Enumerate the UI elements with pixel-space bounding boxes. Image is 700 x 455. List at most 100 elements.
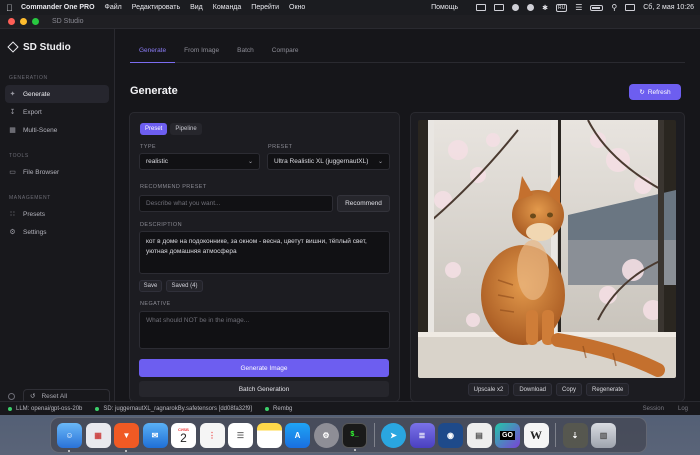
- menu-window[interactable]: Окно: [289, 4, 305, 11]
- display-icon[interactable]: [476, 4, 487, 11]
- status-llm: LLM: openai/gpt-oss-20b: [8, 406, 82, 412]
- spreadsheet-icon[interactable]: ▤: [466, 422, 492, 448]
- mode-pipeline-button[interactable]: Pipeline: [170, 123, 202, 135]
- database-icon[interactable]: ≣: [409, 422, 435, 448]
- wifi-icon[interactable]: ☰: [575, 3, 582, 12]
- saved-descriptions-button[interactable]: Saved (4): [166, 280, 203, 292]
- battery-icon[interactable]: [590, 4, 604, 11]
- log-link[interactable]: Log: [678, 406, 688, 412]
- status-rembg-text: Rembg: [273, 405, 293, 412]
- download-button[interactable]: Download: [513, 383, 552, 396]
- theme-toggle-icon[interactable]: [8, 392, 15, 400]
- brave-browser-icon[interactable]: ▼: [114, 422, 139, 452]
- type-select[interactable]: realistic ⌄: [139, 153, 260, 170]
- type-select-value: realistic: [146, 158, 169, 165]
- recommend-button[interactable]: Recommend: [337, 195, 390, 212]
- brand-name: SD Studio: [23, 41, 71, 53]
- preset-select[interactable]: Ultra Realistic XL (juggernautXL) ⌄: [267, 153, 390, 170]
- generated-image[interactable]: [418, 120, 676, 378]
- tab-generate[interactable]: Generate: [130, 44, 176, 63]
- sidebar-item-file-browser[interactable]: ▭ File Browser: [5, 163, 109, 181]
- search-icon[interactable]: ⚲: [611, 3, 617, 12]
- recommend-label: RECOMMEND PRESET: [140, 184, 207, 190]
- negative-textarea[interactable]: What should NOT be in the image...: [139, 311, 390, 349]
- control-center-icon[interactable]: [625, 4, 636, 11]
- lists-icon[interactable]: ☰: [228, 422, 253, 448]
- refresh-label: Refresh: [647, 88, 671, 96]
- sidebar-item-presets[interactable]: ∷ Presets: [5, 205, 109, 223]
- reminders-icon[interactable]: ⋮: [199, 422, 225, 448]
- description-textarea[interactable]: кот в доме на подоконнике, за окном - ве…: [139, 231, 390, 274]
- section-tools: TOOLS: [9, 153, 29, 159]
- regenerate-button[interactable]: Regenerate: [586, 383, 630, 396]
- type-label: TYPE: [140, 144, 156, 150]
- sidebar-item-generate[interactable]: ✦ Generate: [5, 85, 109, 103]
- mode-preset-button[interactable]: Preset: [140, 123, 168, 135]
- session-link[interactable]: Session: [643, 406, 664, 412]
- copy-button[interactable]: Copy: [556, 383, 583, 396]
- app-window: SD Studio SD Studio GENERATION ✦ Generat…: [0, 15, 700, 415]
- batch-generation-button[interactable]: Batch Generation: [139, 381, 389, 397]
- folder-icon: ▭: [9, 168, 16, 176]
- title-bar: SD Studio: [0, 15, 700, 29]
- sidebar-item-export[interactable]: ↧ Export: [5, 103, 109, 121]
- cat-on-windowsill-image: [418, 120, 676, 378]
- menu-go[interactable]: Перейти: [251, 4, 279, 11]
- close-window-button[interactable]: [8, 18, 15, 25]
- sidebar-item-label: File Browser: [23, 168, 60, 176]
- tab-bar: Generate From Image Batch Compare: [130, 44, 685, 63]
- minimize-window-button[interactable]: [20, 18, 27, 25]
- status-ok-icon: [265, 406, 270, 411]
- sidebar-item-label: Generate: [23, 90, 51, 98]
- notes-icon[interactable]: [256, 422, 282, 448]
- menu-help[interactable]: Помощь: [431, 4, 458, 11]
- upscale-button[interactable]: Upscale x2: [467, 383, 510, 396]
- creative-cloud-icon[interactable]: [527, 4, 535, 11]
- system-settings-icon[interactable]: ⚙: [313, 422, 339, 448]
- bluetooth-icon[interactable]: ✱: [542, 4, 548, 12]
- menu-view[interactable]: Вид: [190, 4, 203, 11]
- screen-mirror-icon[interactable]: [494, 4, 505, 11]
- sidebar-item-settings[interactable]: ⚙ Settings: [5, 223, 109, 241]
- preview-actions: Upscale x2 Download Copy Regenerate: [411, 383, 686, 396]
- finder-icon[interactable]: ☺: [57, 422, 82, 452]
- tab-batch[interactable]: Batch: [228, 44, 263, 63]
- preview-panel: Upscale x2 Download Copy Regenerate: [410, 112, 685, 402]
- goland-icon[interactable]: GO: [495, 422, 520, 448]
- downloads-folder-icon[interactable]: ⇣: [562, 422, 588, 448]
- tab-compare[interactable]: Compare: [263, 44, 308, 63]
- zoom-window-button[interactable]: [32, 18, 39, 25]
- status-app-icon[interactable]: [512, 4, 520, 11]
- sidebar-item-multi-scene[interactable]: ▦ Multi-Scene: [5, 121, 109, 139]
- sidebar: SD Studio GENERATION ✦ Generate ↧ Export…: [0, 29, 115, 415]
- menu-file[interactable]: Файл: [105, 4, 122, 11]
- keyboard-layout-badge[interactable]: RU: [555, 3, 568, 12]
- tab-from-image[interactable]: From Image: [175, 44, 228, 63]
- app-store-icon[interactable]: A: [285, 422, 310, 448]
- calendar-day: 2: [180, 430, 187, 445]
- dock-separator: [373, 423, 375, 447]
- chevron-down-icon: ⌄: [377, 159, 383, 165]
- calendar-icon[interactable]: СУББ 2: [171, 422, 196, 448]
- finder-alt-icon[interactable]: ◉: [438, 422, 463, 448]
- terminal-icon[interactable]: $_: [342, 422, 367, 451]
- recommend-input[interactable]: Describe what you want...: [139, 195, 333, 212]
- save-description-button[interactable]: Save: [139, 280, 162, 292]
- menu-edit[interactable]: Редактировать: [132, 4, 180, 11]
- apple-menu-icon[interactable]: : [6, 3, 15, 13]
- menu-command[interactable]: Команда: [213, 4, 242, 11]
- menu-app-name[interactable]: Commander One PRO: [21, 4, 95, 11]
- sidebar-item-label: Multi-Scene: [23, 126, 58, 134]
- launchpad-icon[interactable]: ▦: [85, 422, 111, 448]
- generate-image-button[interactable]: Generate Image: [139, 359, 389, 377]
- gear-icon: ⚙: [9, 228, 16, 236]
- refresh-button[interactable]: ↻ Refresh: [629, 84, 681, 100]
- menubar-datetime[interactable]: Сб, 2 мая 10:26: [643, 4, 694, 11]
- section-generation: GENERATION: [9, 75, 48, 81]
- preset-label: PRESET: [268, 144, 293, 150]
- trash-icon[interactable]: ▥: [591, 422, 616, 448]
- mail-icon[interactable]: ✉: [142, 422, 168, 448]
- status-right: Session Log: [643, 406, 700, 412]
- telegram-icon[interactable]: ➤: [381, 422, 406, 448]
- writer-icon[interactable]: W: [523, 422, 549, 448]
